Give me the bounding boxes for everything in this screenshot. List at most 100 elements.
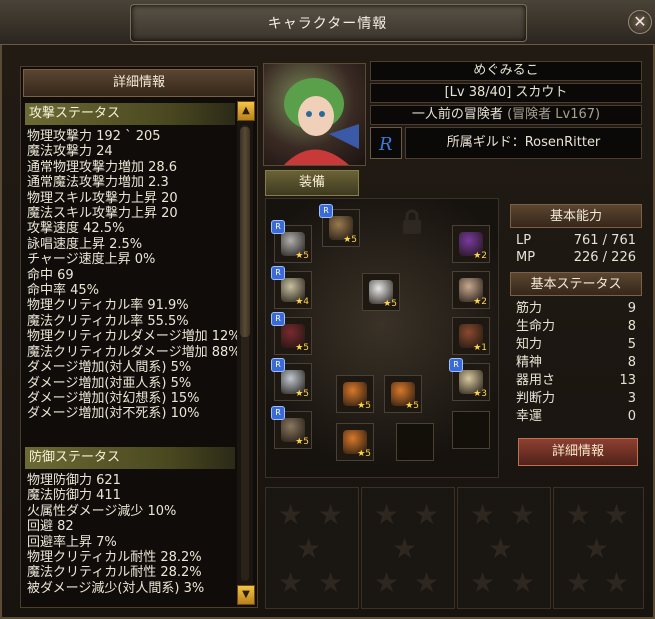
attack-stat-row: 物理スキル攻撃力上昇 20 — [27, 190, 178, 206]
base-stat-value: 3 — [627, 391, 636, 406]
base-stat-label: 器用さ — [516, 373, 556, 388]
rare-badge-icon: R — [271, 358, 285, 372]
lp-row: LP 761 / 761 — [512, 232, 640, 250]
character-name: めぐみるこ — [370, 61, 642, 81]
equip-slot-pet[interactable]: ★5 — [362, 273, 400, 311]
attack-stat-row: 魔法攻撃力 24 — [27, 144, 113, 160]
attack-stat-row: 攻撃速度 42.5% — [27, 221, 125, 237]
detail-scrollbar[interactable]: ▲ ▼ — [237, 101, 255, 605]
enhance-stars: ★4 — [295, 297, 309, 307]
defense-stat-row: 回避率上昇 7% — [27, 534, 117, 550]
detail-panel: 詳細情報 攻撃ステータス 物理攻撃力 192 ` 205 魔法攻撃力 24 通常物理… — [20, 66, 258, 608]
base-stat-value: 5 — [627, 337, 636, 352]
defense-stat-row: 火属性ダメージ減少 10% — [27, 503, 177, 519]
equip-slot-ring2[interactable]: ★5 — [384, 375, 422, 413]
attack-stat-row: ダメージ増加(対幻想系) 15% — [27, 390, 200, 406]
equip-slot-earring[interactable]: ★3 R — [449, 358, 490, 401]
equip-slot-chest[interactable]: ★2 — [452, 271, 490, 309]
detail-info-button[interactable]: 詳細情報 — [518, 438, 638, 466]
enhance-stars: ★5 — [405, 401, 419, 411]
tab-equipment[interactable]: 装備 — [265, 170, 359, 196]
equip-slot-mask[interactable]: ★5 R — [271, 312, 312, 355]
attack-stat-row: ダメージ増加(対亜人系) 5% — [27, 375, 192, 391]
rare-badge-icon: R — [271, 220, 285, 234]
rare-badge-icon: R — [271, 266, 285, 280]
attack-stat-row: ダメージ増加(対人間系) 5% — [27, 360, 192, 376]
close-button[interactable]: ✕ — [628, 10, 652, 34]
attack-stat-row: 命中 69 — [27, 267, 74, 283]
equip-slot-ring1[interactable]: ★5 — [336, 375, 374, 413]
equip-slot-shoulder[interactable]: ★4 R — [271, 266, 312, 309]
defense-stat-row: 魔法防御力 411 — [27, 488, 121, 504]
basic-ability-header: 基本能力 — [510, 204, 642, 228]
guild-emblem-icon: R — [370, 127, 402, 159]
lp-value: 761 / 761 — [573, 233, 636, 248]
equip-slot-gloves[interactable]: ★5 R — [271, 358, 312, 401]
attack-stat-row: 魔法クリティカルダメージ増加 88% — [27, 344, 241, 360]
equip-slot-ring3[interactable]: ★5 — [336, 423, 374, 461]
enhance-stars: ★5 — [295, 251, 309, 261]
mp-value: 226 / 226 — [573, 250, 636, 265]
attack-stat-row: 命中率 45% — [27, 283, 100, 299]
base-stat-row: 器用さ 13 — [512, 372, 640, 390]
rare-badge-icon: R — [271, 406, 285, 420]
lp-label: LP — [516, 233, 532, 248]
detail-panel-header: 詳細情報 — [23, 69, 255, 97]
attack-stat-row: 魔法クリティカル率 55.5% — [27, 313, 189, 329]
attack-stat-row: 魔法スキル攻撃力上昇 20 — [27, 206, 178, 222]
enhance-stars: ★1 — [473, 343, 487, 353]
base-stat-label: 精神 — [516, 355, 543, 370]
scroll-down-button[interactable]: ▼ — [237, 585, 255, 605]
equip-slot-weapon[interactable]: ★5 R — [319, 204, 360, 247]
enhance-stars: ★5 — [295, 437, 309, 447]
enhance-stars: ★5 — [357, 449, 371, 459]
equip-slot-helm[interactable]: ★5 R — [271, 220, 312, 263]
attack-stat-row: 物理クリティカル率 91.9% — [27, 298, 189, 314]
attack-stat-row: ダメージ増加(対不死系) 10% — [27, 406, 200, 422]
attack-stat-row: 通常魔法攻撃力増加 2.3 — [27, 175, 169, 191]
rare-badge-icon: R — [449, 358, 463, 372]
equip-slot-belt[interactable]: ★1 — [452, 317, 490, 355]
character-level-class: [Lv 38/40] スカウト — [370, 83, 642, 103]
base-stat-value: 8 — [627, 319, 636, 334]
scroll-thumb[interactable] — [240, 127, 250, 337]
enhance-stars: ★5 — [295, 343, 309, 353]
base-stat-value: 8 — [627, 355, 636, 370]
attack-stats-list: 物理攻撃力 192 ` 205 魔法攻撃力 24 通常物理攻撃力増加 28.6 通常魔… — [27, 129, 241, 422]
base-stat-label: 生命力 — [516, 319, 556, 334]
svg-text:R: R — [378, 134, 393, 155]
base-stat-value: 13 — [619, 373, 636, 388]
base-stat-label: 知力 — [516, 337, 543, 352]
equipment-area: ★5 R ★5 R ★2 ★4 R ★5 ★2 ★5 R ★1 ★5 R ★5 ★5 ★3 R ★5 R ★5 — [265, 198, 499, 478]
equip-slot-cape[interactable]: ★2 — [452, 225, 490, 263]
defense-stats-list: 物理防御力 621 魔法防御力 411 火属性ダメージ減少 10% 回避 82 回避率上… — [27, 473, 204, 596]
extra-slot-panel-4: ★ ★ ★ ★ ★ — [553, 487, 644, 609]
enhance-stars: ★5 — [357, 401, 371, 411]
base-stat-row: 知力 5 — [512, 336, 640, 354]
equip-slot-boots[interactable]: ★5 R — [271, 406, 312, 449]
attack-stat-row: 物理クリティカルダメージ増加 12% — [27, 329, 241, 345]
base-stat-row: 精神 8 — [512, 354, 640, 372]
base-stat-value: 9 — [627, 301, 636, 316]
enhance-stars: ★5 — [383, 299, 397, 309]
attack-stat-row: 通常物理攻撃力増加 28.6 — [27, 159, 178, 175]
lock-icon — [403, 209, 421, 234]
rare-badge-icon: R — [271, 312, 285, 326]
base-stat-row: 筋力 9 — [512, 300, 640, 318]
enhance-stars: ★3 — [473, 389, 487, 399]
enhance-stars: ★5 — [295, 389, 309, 399]
empty-equip-slot[interactable] — [396, 423, 434, 461]
attack-status-header: 攻撃ステータス — [25, 103, 235, 125]
attack-stat-row: 物理攻撃力 192 ` 205 — [27, 129, 161, 144]
portrait-image — [284, 78, 359, 165]
adventurer-rank: 一人前の冒険者 (冒険者 Lv167) — [370, 105, 642, 125]
scroll-up-button[interactable]: ▲ — [237, 101, 255, 121]
mp-row: MP 226 / 226 — [512, 249, 640, 267]
base-stat-label: 幸運 — [516, 409, 543, 424]
empty-equip-slot[interactable] — [452, 411, 490, 449]
guild-name: 所属ギルド：RosenRitter — [405, 127, 642, 159]
defense-status-header: 防御ステータス — [25, 447, 235, 469]
extra-slot-panel-3: ★ ★ ★ ★ ★ — [457, 487, 551, 609]
defense-stat-row: 魔法クリティカル耐性 28.2% — [27, 565, 202, 581]
defense-stat-row: 回避 82 — [27, 519, 74, 535]
